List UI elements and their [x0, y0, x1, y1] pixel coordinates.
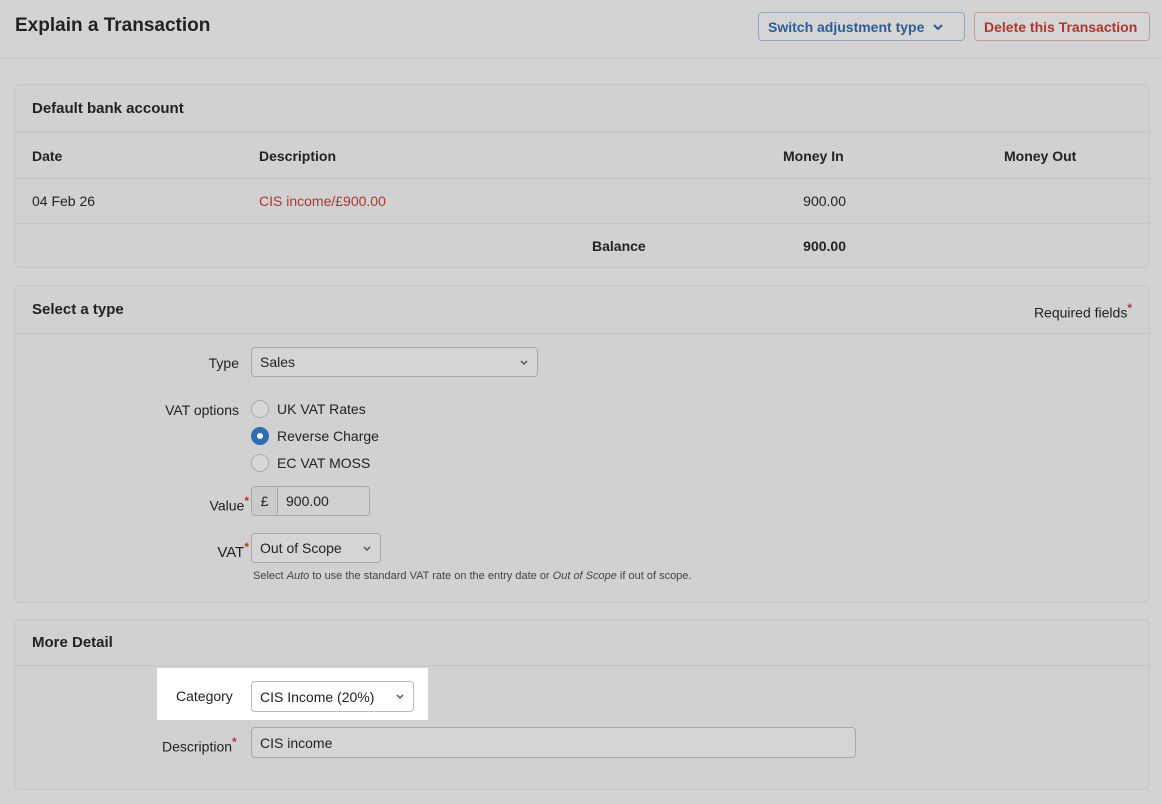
currency-symbol: £	[252, 487, 278, 515]
category-label: Category	[176, 688, 233, 704]
category-select[interactable]: CIS Income (20%)	[251, 681, 414, 712]
chevron-down-icon	[933, 23, 944, 30]
more-detail-title: More Detail	[15, 620, 1149, 666]
vat-option-label: UK VAT Rates	[277, 401, 366, 417]
vat-option-reverse-charge[interactable]: Reverse Charge	[251, 427, 379, 445]
category-select-value: CIS Income (20%)	[260, 688, 375, 705]
col-description-header: Description	[259, 147, 337, 164]
description-input-value: CIS income	[260, 734, 333, 751]
table-header-row: Date Description Money In Money Out	[15, 133, 1149, 179]
top-bar: Explain a Transaction Switch adjustment …	[0, 0, 1162, 59]
balance-value: 900.00	[803, 238, 846, 254]
description-label: Description*	[162, 735, 237, 755]
type-select[interactable]: Sales	[251, 347, 538, 377]
select-type-heading: Select a type	[32, 301, 124, 318]
type-select-value: Sales	[260, 354, 296, 370]
delete-transaction-button[interactable]: Delete this Transaction	[974, 12, 1150, 41]
vat-select[interactable]: Out of Scope	[251, 533, 381, 563]
hint-emphasis: Auto	[286, 570, 310, 582]
switch-adjustment-type-label: Switch adjustment type	[768, 18, 925, 35]
chevron-down-icon	[363, 546, 371, 552]
hint-emphasis: Out of Scope	[552, 570, 617, 582]
select-type-card: Select a type Required fields* Type Sale…	[14, 285, 1150, 603]
value-label: Value*	[210, 494, 249, 514]
col-money-out-header: Money Out	[1004, 147, 1077, 164]
required-star: *	[1127, 301, 1132, 315]
value-amount: 900.00	[286, 493, 329, 509]
row-date: 04 Feb 26	[32, 193, 96, 209]
required-star: *	[232, 735, 237, 749]
value-label-text: Value	[209, 497, 245, 514]
balance-row: Balance 900.00	[15, 224, 1149, 268]
bank-account-title: Default bank account	[15, 85, 1149, 133]
bank-account-card: Default bank account Date Description Mo…	[14, 84, 1150, 268]
radio-unchecked-icon[interactable]	[251, 454, 269, 472]
required-fields-note: Required fields*	[1034, 301, 1132, 321]
description-label-text: Description	[162, 738, 233, 755]
col-date-header: Date	[32, 147, 63, 164]
vat-select-value: Out of Scope	[260, 540, 342, 556]
select-type-title: Select a type Required fields*	[15, 286, 1149, 334]
chevron-down-icon	[520, 360, 528, 366]
vat-label: VAT*	[217, 540, 249, 561]
vat-hint-text: Select Auto to use the standard VAT rate…	[253, 570, 691, 582]
radio-checked-icon[interactable]	[251, 427, 269, 445]
switch-adjustment-type-button[interactable]: Switch adjustment type	[758, 12, 965, 41]
table-row: 04 Feb 26 CIS income/£900.00 900.00	[15, 179, 1149, 224]
vat-options-label: VAT options	[165, 402, 239, 418]
row-description-link[interactable]: CIS income/£900.00	[259, 193, 386, 209]
required-star: *	[244, 540, 249, 554]
vat-option-label: Reverse Charge	[277, 428, 379, 444]
vat-option-label: EC VAT MOSS	[277, 455, 371, 471]
vat-option-uk-vat-rates[interactable]: UK VAT Rates	[251, 400, 366, 418]
vat-option-ec-vat-moss[interactable]: EC VAT MOSS	[251, 454, 370, 472]
balance-label: Balance	[592, 238, 646, 254]
radio-unchecked-icon[interactable]	[251, 400, 269, 418]
description-input[interactable]: CIS income	[251, 727, 856, 758]
hint-part: Select	[253, 570, 287, 582]
value-input[interactable]: £ 900.00	[251, 486, 370, 516]
row-money-in: 900.00	[803, 193, 846, 209]
required-star: *	[244, 494, 249, 508]
required-fields-text: Required fields	[1033, 304, 1128, 321]
col-money-in-header: Money In	[783, 147, 844, 164]
page-title: Explain a Transaction	[15, 15, 211, 36]
type-label: Type	[208, 355, 239, 371]
hint-part: to use the standard VAT rate on the entr…	[309, 570, 553, 582]
chevron-down-icon	[396, 694, 404, 700]
hint-part: if out of scope.	[616, 570, 692, 582]
vat-label-text: VAT	[217, 544, 245, 561]
